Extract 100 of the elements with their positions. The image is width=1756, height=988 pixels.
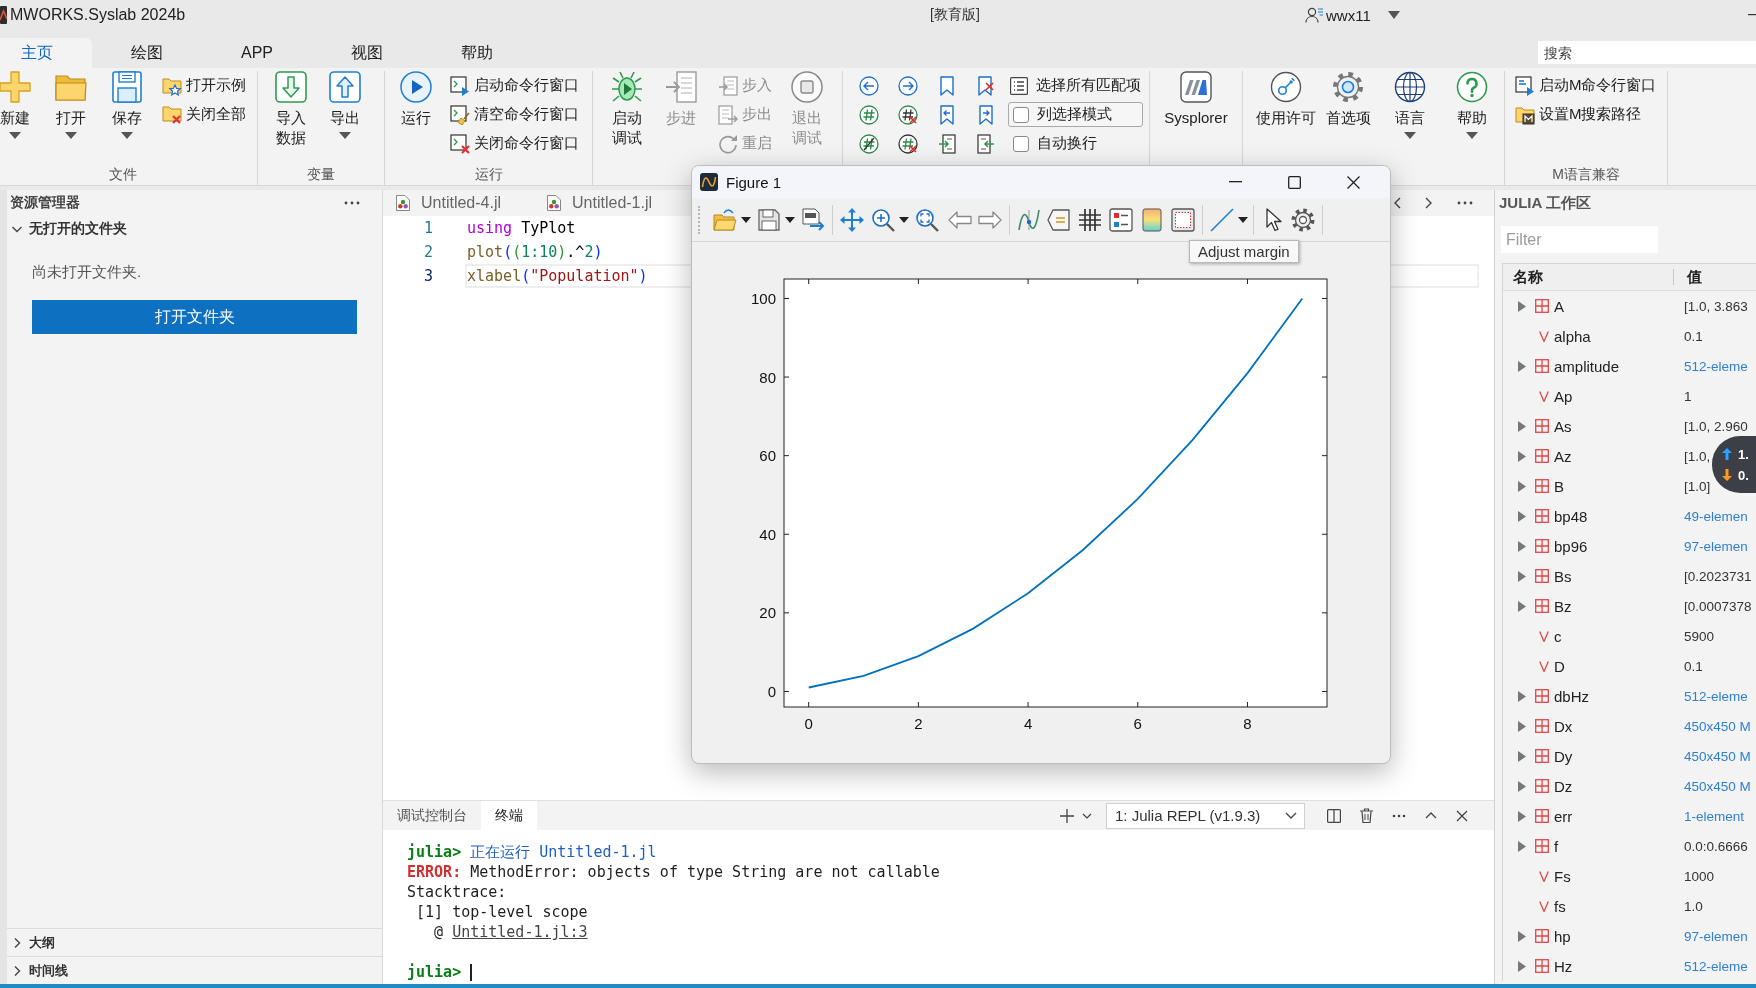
line-icon[interactable] [1210, 207, 1234, 232]
settings-icon[interactable] [1291, 207, 1315, 232]
app-logo-icon [0, 6, 7, 24]
legend-icon[interactable] [1109, 207, 1133, 232]
terminal-dropdown[interactable]: 1: Julia REPL (v1.9.3) [1106, 802, 1305, 829]
trash-icon[interactable] [1360, 808, 1373, 823]
ribbon-tab[interactable]: 视图 [312, 38, 422, 68]
ribbon-tab[interactable]: 帮助 [422, 38, 532, 68]
more-icon[interactable] [1457, 201, 1473, 205]
chevron-down-icon[interactable] [1082, 812, 1092, 819]
new-button[interactable]: 新建 [0, 71, 42, 139]
ribbon-tab[interactable]: APP [202, 38, 312, 68]
more-icon[interactable] [344, 201, 360, 205]
more-icon[interactable] [1392, 813, 1406, 818]
expand-caret-icon[interactable] [1518, 750, 1526, 762]
terminal-line: ERROR: MethodError: objects of type String are not callable [407, 862, 941, 882]
preferences-button[interactable]: 首选项 [1318, 71, 1378, 128]
column-header[interactable]: 值 [1674, 267, 1702, 287]
import-data-button[interactable]: 导入数据 [264, 71, 318, 148]
run-button[interactable]: 运行 [389, 71, 443, 128]
expand-caret-icon[interactable] [1518, 300, 1526, 312]
file-link[interactable]: Untitled-1.jl:3 [452, 922, 588, 942]
hash-slash-icon[interactable] [858, 133, 879, 154]
start-console-button[interactable]: 启动命令行窗口 [450, 71, 579, 100]
frame-icon[interactable] [1171, 207, 1195, 232]
ribbon-tab[interactable]: 主页 [0, 38, 92, 68]
open-example-button[interactable]: 打开示例 [162, 71, 246, 100]
search-field[interactable]: 搜索 [1538, 41, 1756, 64]
colorbar-icon[interactable] [1140, 207, 1164, 232]
export-button[interactable]: 导出 [318, 71, 372, 139]
zoom-in-icon[interactable] [871, 207, 895, 232]
editor-tab[interactable]: Untitled-4.jl [383, 190, 514, 216]
checkbox[interactable] [1013, 106, 1029, 123]
expand-caret-icon[interactable] [1518, 780, 1526, 792]
filter-field[interactable]: Filter [1501, 226, 1658, 253]
forward-icon[interactable] [897, 75, 918, 96]
expand-caret-icon[interactable] [1518, 720, 1526, 732]
open-button[interactable]: 打开 [44, 71, 98, 139]
license-button[interactable]: 使用许可 [1256, 71, 1316, 128]
user-menu-button[interactable]: wwx11 [1305, 6, 1400, 24]
chevron-up-icon[interactable] [1425, 812, 1437, 819]
set-m-path-button[interactable]: 设置M搜索路径 [1515, 100, 1657, 129]
bookmark-previous-icon[interactable] [939, 104, 954, 125]
close-console-button[interactable]: 关闭命令行窗口 [450, 129, 579, 158]
curve-icon[interactable] [1017, 207, 1041, 232]
column-header[interactable]: 名称 [1503, 269, 1674, 285]
expand-caret-icon[interactable] [1518, 840, 1526, 852]
expand-caret-icon[interactable] [1518, 570, 1526, 582]
zoom-fit-icon[interactable] [915, 207, 939, 232]
back-icon[interactable] [858, 75, 879, 96]
save-icon[interactable] [757, 207, 781, 232]
save-button[interactable]: 保存 [100, 71, 154, 139]
clear-console-button[interactable]: 清空命令行窗口 [450, 100, 579, 129]
add-icon[interactable] [1060, 808, 1074, 823]
bookmark-remove-icon[interactable] [977, 75, 994, 96]
expand-caret-icon[interactable] [1518, 960, 1526, 972]
close-icon[interactable] [1347, 175, 1360, 189]
chevron-right-icon[interactable] [1425, 197, 1433, 209]
start-m-console-button[interactable]: 启动M命令行窗口 [1515, 71, 1657, 100]
expand-caret-icon[interactable] [1518, 510, 1526, 522]
indent-icon[interactable] [937, 133, 956, 154]
tick-label: 4 [1023, 715, 1033, 732]
variable-value: [1.0, 2.960 [1684, 418, 1748, 434]
minimize-icon[interactable] [1229, 181, 1242, 183]
hash-icon[interactable] [858, 104, 879, 125]
language-button[interactable]: 语言 [1380, 71, 1440, 139]
expand-caret-icon[interactable] [1518, 450, 1526, 462]
help-button[interactable]: 帮助 [1442, 71, 1502, 139]
chevron-left-icon[interactable] [1393, 197, 1401, 209]
expand-caret-icon[interactable] [1518, 600, 1526, 612]
panel-tab[interactable]: 调试控制台 [383, 801, 481, 830]
expand-caret-icon[interactable] [1518, 480, 1526, 492]
grid-icon[interactable] [1078, 207, 1102, 232]
hash-remove-icon[interactable] [897, 104, 918, 125]
close-all-button[interactable]: 关闭全部 [162, 100, 246, 129]
expand-caret-icon[interactable] [1518, 420, 1526, 432]
bookmark-icon[interactable] [939, 75, 954, 96]
panel-tab[interactable]: 终端 [481, 801, 537, 830]
select-all-matches-button[interactable]: 选择所有匹配项 [1008, 71, 1143, 100]
outdent-icon[interactable] [976, 133, 995, 154]
ribbon-tab[interactable]: 绘图 [92, 38, 202, 68]
maximize-icon[interactable] [1288, 175, 1301, 189]
bookmark-next-icon[interactable] [978, 104, 993, 125]
editor-tab[interactable]: Untitled-1.jl [534, 190, 665, 216]
hash-clear-icon[interactable] [897, 133, 918, 154]
close-icon[interactable] [1456, 809, 1468, 822]
start-debug-button[interactable]: 启动调试 [600, 71, 654, 148]
expand-caret-icon[interactable] [1518, 540, 1526, 552]
expand-caret-icon[interactable] [1518, 360, 1526, 372]
open-folder-button[interactable]: 打开文件夹 [32, 300, 357, 334]
sysplorer-button[interactable]: Sysplorer [1156, 71, 1236, 128]
document-export-icon[interactable] [801, 207, 825, 232]
expand-caret-icon[interactable] [1518, 930, 1526, 942]
expand-caret-icon[interactable] [1518, 690, 1526, 702]
move-icon[interactable] [840, 207, 864, 232]
checkbox[interactable] [1013, 135, 1029, 152]
minimize-icon[interactable] [1748, 14, 1756, 16]
tag-icon[interactable] [1047, 207, 1071, 232]
expand-caret-icon[interactable] [1518, 810, 1526, 822]
split-icon[interactable] [1327, 808, 1341, 823]
